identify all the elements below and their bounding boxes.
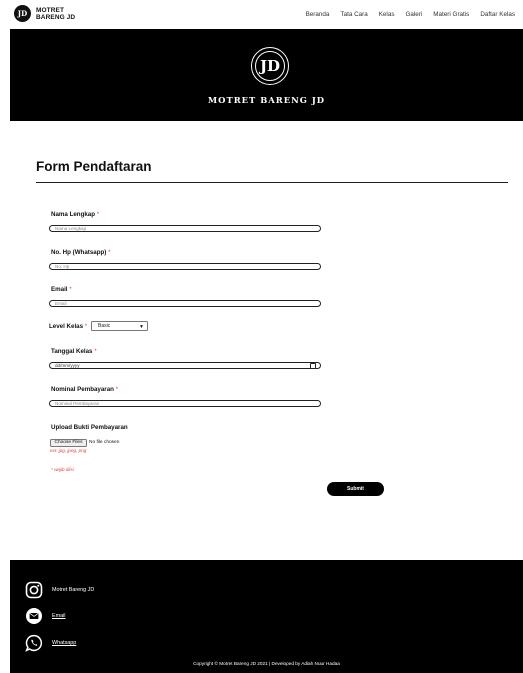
navbar: JD MOTRET BARENG JD Beranda Tata Cara Ke… <box>0 0 523 28</box>
name-input[interactable]: Nama Lengkap <box>49 225 321 232</box>
payment-placeholder: Nominal Pembayaran <box>55 401 100 406</box>
email-input[interactable]: Email <box>49 300 321 307</box>
nav-item-tata-cara[interactable]: Tata Cara <box>340 11 367 18</box>
phone-label-text: No. Hp (Whatsapp) <box>51 249 107 256</box>
phone-placeholder: No. Hp <box>55 264 70 269</box>
extension-note: ext: jpg, jpeg, png <box>50 448 87 453</box>
required-mark: * <box>69 286 72 293</box>
brand-line-2: BARENG JD <box>36 13 76 21</box>
choose-file-button[interactable]: Choose Files <box>50 439 87 447</box>
payment-input[interactable]: Nominal Pembayaran <box>49 400 321 407</box>
calendar-icon[interactable] <box>310 362 316 369</box>
name-label-text: Nama Lengkap <box>51 211 96 218</box>
date-label-text: Tanggal Kelas <box>51 348 93 355</box>
payment-label: Nominal Pembayaran * <box>51 386 118 393</box>
whatsapp-icon <box>25 634 43 652</box>
hero-banner: JD MOTRET BARENG JD <box>10 29 523 121</box>
instagram-label: Motret Bareng JD <box>52 587 95 593</box>
date-label: Tanggal Kelas * <box>51 348 97 355</box>
hero-logo: JD <box>251 47 289 85</box>
copyright: Copyright © Motret Bareng JD 2021 | Deve… <box>193 661 340 666</box>
nav-item-daftar-kelas[interactable]: Daftar Kelas <box>480 11 515 18</box>
required-mark: * <box>96 211 100 218</box>
footer-whatsapp[interactable]: Whatsapp <box>25 634 76 652</box>
required-mark: * <box>108 249 111 256</box>
date-input[interactable]: dd/mm/yyyy <box>49 362 321 369</box>
instagram-icon <box>25 581 43 599</box>
phone-input[interactable]: No. Hp <box>49 263 321 270</box>
payment-label-text: Nominal Pembayaran <box>51 386 114 393</box>
phone-label: No. Hp (Whatsapp) * <box>51 249 111 256</box>
nav-item-beranda[interactable]: Beranda <box>306 11 330 18</box>
email-link[interactable]: Email <box>52 613 65 619</box>
brand-text: MOTRET BARENG JD <box>36 7 75 21</box>
email-label-text: Email <box>51 286 68 293</box>
email-placeholder: Email <box>55 301 67 306</box>
submit-button[interactable]: Submit <box>327 482 384 496</box>
brand[interactable]: JD MOTRET BARENG JD <box>14 5 75 22</box>
nav-item-galeri[interactable]: Galeri <box>406 11 423 18</box>
brand-logo: JD <box>14 5 31 22</box>
required-mark: * <box>115 386 119 393</box>
required-note: * wajib diisi <box>51 467 74 472</box>
email-label: Email * <box>51 286 72 293</box>
level-label-text: Level Kelas <box>49 323 84 330</box>
footer: Motret Bareng JD Email Whatsapp Copyrigh… <box>10 560 523 673</box>
level-label: Level Kelas * <box>49 323 87 330</box>
required-mark: * <box>84 323 88 330</box>
footer-email[interactable]: Email <box>25 607 65 625</box>
hero-title: MOTRET BARENG JD <box>207 95 326 105</box>
level-selected-value: Basic <box>98 323 111 329</box>
date-placeholder: dd/mm/yyyy <box>55 363 80 368</box>
level-select[interactable]: Basic ▼ <box>91 321 148 331</box>
nav-item-kelas[interactable]: Kelas <box>379 11 395 18</box>
brand-line-1: MOTRET <box>36 6 65 14</box>
file-status: No file chosen <box>89 440 120 445</box>
mail-icon <box>25 607 43 625</box>
footer-instagram[interactable]: Motret Bareng JD <box>25 581 94 599</box>
required-mark: * <box>94 348 97 355</box>
nav-item-materi-gratis[interactable]: Materi Gratis <box>433 11 469 18</box>
title-divider <box>36 182 508 183</box>
chevron-down-icon: ▼ <box>139 324 144 330</box>
page-title: Form Pendaftaran <box>36 159 152 174</box>
nav-menu: Beranda Tata Cara Kelas Galeri Materi Gr… <box>306 11 515 18</box>
name-label: Nama Lengkap * <box>51 211 99 218</box>
name-placeholder: Nama Lengkap <box>55 226 87 231</box>
whatsapp-link[interactable]: Whatsapp <box>52 640 76 646</box>
upload-label: Upload Bukti Pembayaran <box>51 424 128 431</box>
